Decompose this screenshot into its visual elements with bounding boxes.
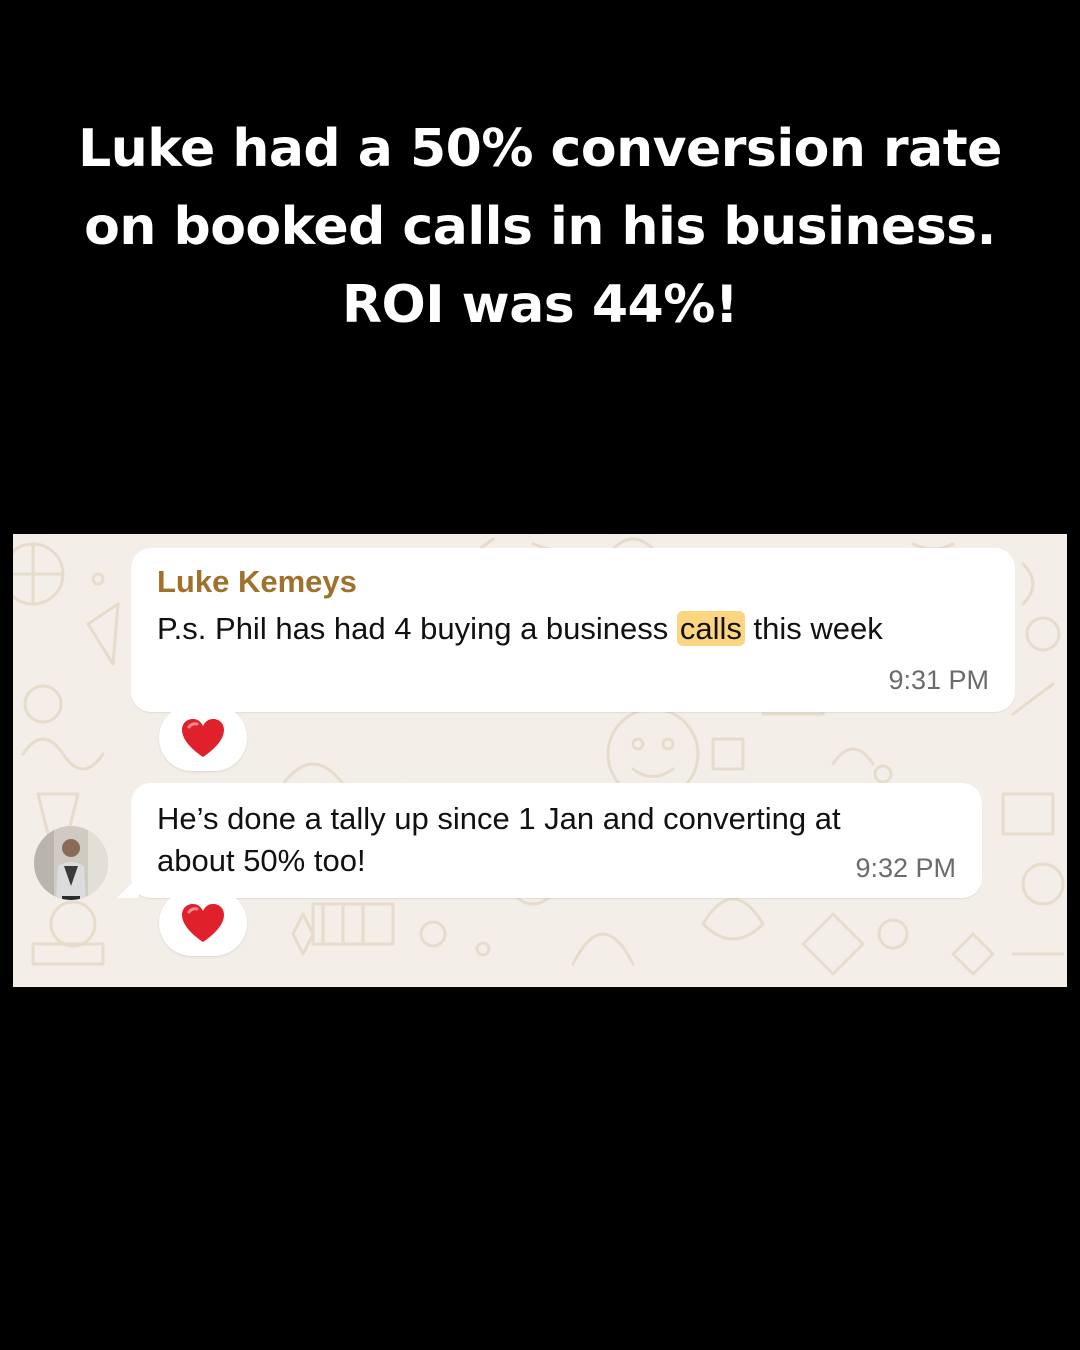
message-text-part: this week — [744, 611, 883, 646]
sender-name[interactable]: Luke Kemeys — [157, 564, 357, 600]
message-line-2: about 50% too! — [157, 843, 366, 878]
red-heart-icon — [182, 719, 224, 757]
message-timestamp: 9:31 PM — [888, 665, 989, 695]
message-bubble[interactable]: Luke Kemeys P.s. Phil has had 4 buying a… — [131, 548, 1015, 712]
headline-line-2: on booked calls in his business. — [84, 197, 996, 257]
message-text: He’s done a tally up since 1 Jan and con… — [157, 798, 841, 882]
bubble-tail — [117, 876, 139, 898]
message-text: P.s. Phil has had 4 buying a business ca… — [157, 608, 883, 650]
headline-line-3: ROI was 44%! — [341, 275, 739, 335]
reaction-badge[interactable] — [159, 890, 247, 956]
message-text-part: P.s. Phil has had 4 buying a business — [157, 611, 677, 646]
message-bubble[interactable]: He’s done a tally up since 1 Jan and con… — [117, 783, 982, 898]
person-photo-icon — [34, 826, 108, 900]
page: Luke had a 50% conversion rate on booked… — [0, 0, 1080, 1350]
headline: Luke had a 50% conversion rate on booked… — [60, 110, 1020, 344]
red-heart-icon — [182, 904, 224, 942]
message-line-1: He’s done a tally up since 1 Jan and con… — [157, 801, 841, 836]
user-avatar[interactable] — [34, 826, 108, 900]
search-highlight: calls — [676, 611, 745, 646]
chat-screenshot: Luke Kemeys P.s. Phil has had 4 buying a… — [13, 534, 1067, 987]
reaction-badge[interactable] — [159, 705, 247, 771]
message-timestamp: 9:32 PM — [855, 853, 956, 883]
headline-line-1: Luke had a 50% conversion rate — [78, 119, 1002, 179]
